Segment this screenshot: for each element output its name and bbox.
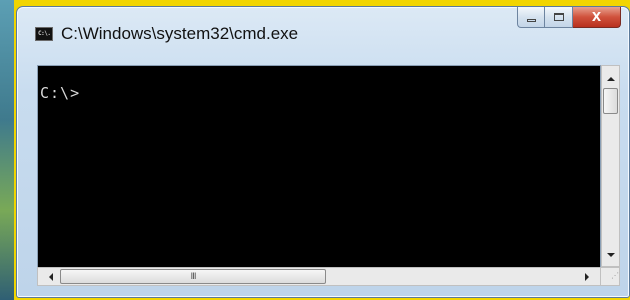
horizontal-scroll-thumb[interactable]: III [60,269,326,284]
desktop-background [0,0,14,300]
scroll-down-icon [606,252,615,257]
cmd-window[interactable]: C:\. C:\Windows\system32\cmd.exe X C:\> [16,6,630,298]
cmd-icon-text: C:\. [38,30,51,37]
console-output[interactable]: C:\> [37,65,601,269]
scroll-down-button[interactable] [602,246,619,263]
scroll-right-button[interactable] [578,268,595,285]
minimize-button[interactable] [517,7,545,28]
scroll-grip: III [190,271,197,282]
resize-grip[interactable]: ⋰ [601,267,620,286]
maximize-button[interactable] [545,7,573,28]
close-icon: X [591,10,602,24]
scroll-right-icon [584,272,589,281]
window-title: C:\Windows\system32\cmd.exe [61,24,299,43]
title-bar[interactable]: C:\. C:\Windows\system32\cmd.exe X [17,7,629,53]
vertical-scrollbar[interactable] [601,65,620,267]
caption-buttons: X [517,7,621,29]
command-prompt[interactable]: C:\> [40,84,80,102]
scroll-left-icon [48,272,53,281]
minimize-icon [526,18,536,22]
vertical-scroll-thumb[interactable] [603,88,618,114]
scroll-left-button[interactable] [42,268,59,285]
maximize-icon [553,13,564,21]
scroll-up-icon [606,76,615,81]
close-button[interactable]: X [573,7,621,28]
scroll-up-button[interactable] [602,70,619,87]
cmd-icon[interactable]: C:\. [35,27,53,41]
horizontal-scrollbar[interactable]: III [37,267,601,286]
